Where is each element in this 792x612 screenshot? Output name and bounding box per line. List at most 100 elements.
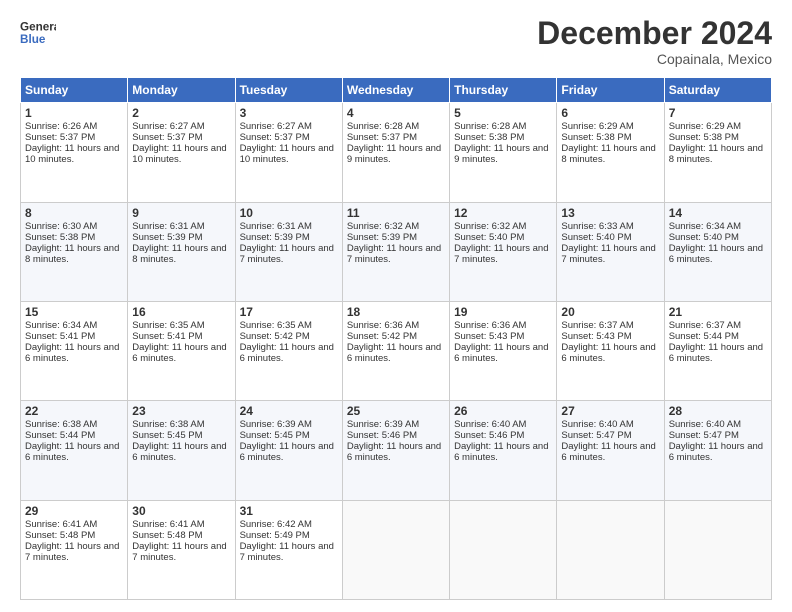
sunset-label: Sunset: 5:48 PM bbox=[132, 530, 202, 541]
day-number: 19 bbox=[454, 305, 552, 319]
sunrise-label: Sunrise: 6:35 AM bbox=[132, 320, 204, 331]
col-header-monday: Monday bbox=[128, 78, 235, 103]
sunrise-label: Sunrise: 6:27 AM bbox=[132, 121, 204, 132]
calendar-cell: 3 Sunrise: 6:27 AM Sunset: 5:37 PM Dayli… bbox=[235, 103, 342, 202]
col-header-saturday: Saturday bbox=[664, 78, 771, 103]
sunset-label: Sunset: 5:44 PM bbox=[669, 331, 739, 342]
sunrise-label: Sunrise: 6:29 AM bbox=[561, 121, 633, 132]
sunset-label: Sunset: 5:44 PM bbox=[25, 430, 95, 441]
day-number: 22 bbox=[25, 404, 123, 418]
sunrise-label: Sunrise: 6:37 AM bbox=[669, 320, 741, 331]
sunset-label: Sunset: 5:45 PM bbox=[240, 430, 310, 441]
calendar-cell: 14 Sunrise: 6:34 AM Sunset: 5:40 PM Dayl… bbox=[664, 202, 771, 301]
daylight-label: Daylight: 11 hours and 10 minutes. bbox=[25, 143, 119, 165]
calendar-cell: 29 Sunrise: 6:41 AM Sunset: 5:48 PM Dayl… bbox=[21, 500, 128, 599]
calendar-cell: 11 Sunrise: 6:32 AM Sunset: 5:39 PM Dayl… bbox=[342, 202, 449, 301]
calendar-cell: 13 Sunrise: 6:33 AM Sunset: 5:40 PM Dayl… bbox=[557, 202, 664, 301]
calendar-cell: 23 Sunrise: 6:38 AM Sunset: 5:45 PM Dayl… bbox=[128, 401, 235, 500]
daylight-label: Daylight: 11 hours and 8 minutes. bbox=[561, 143, 655, 165]
day-number: 12 bbox=[454, 206, 552, 220]
calendar-cell bbox=[557, 500, 664, 599]
sunset-label: Sunset: 5:40 PM bbox=[454, 232, 524, 243]
calendar-cell: 10 Sunrise: 6:31 AM Sunset: 5:39 PM Dayl… bbox=[235, 202, 342, 301]
sunrise-label: Sunrise: 6:40 AM bbox=[454, 419, 526, 430]
calendar-cell: 7 Sunrise: 6:29 AM Sunset: 5:38 PM Dayli… bbox=[664, 103, 771, 202]
day-number: 6 bbox=[561, 106, 659, 120]
sunset-label: Sunset: 5:38 PM bbox=[454, 132, 524, 143]
calendar-cell: 26 Sunrise: 6:40 AM Sunset: 5:46 PM Dayl… bbox=[450, 401, 557, 500]
daylight-label: Daylight: 11 hours and 7 minutes. bbox=[347, 243, 441, 265]
sunrise-label: Sunrise: 6:31 AM bbox=[132, 221, 204, 232]
sunset-label: Sunset: 5:47 PM bbox=[561, 430, 631, 441]
calendar-cell: 30 Sunrise: 6:41 AM Sunset: 5:48 PM Dayl… bbox=[128, 500, 235, 599]
calendar-cell: 17 Sunrise: 6:35 AM Sunset: 5:42 PM Dayl… bbox=[235, 301, 342, 400]
daylight-label: Daylight: 11 hours and 6 minutes. bbox=[347, 342, 441, 364]
day-number: 7 bbox=[669, 106, 767, 120]
day-number: 25 bbox=[347, 404, 445, 418]
day-number: 14 bbox=[669, 206, 767, 220]
sunset-label: Sunset: 5:39 PM bbox=[347, 232, 417, 243]
sunset-label: Sunset: 5:43 PM bbox=[561, 331, 631, 342]
calendar-cell: 15 Sunrise: 6:34 AM Sunset: 5:41 PM Dayl… bbox=[21, 301, 128, 400]
sunset-label: Sunset: 5:49 PM bbox=[240, 530, 310, 541]
sunset-label: Sunset: 5:42 PM bbox=[240, 331, 310, 342]
calendar-cell bbox=[664, 500, 771, 599]
daylight-label: Daylight: 11 hours and 8 minutes. bbox=[25, 243, 119, 265]
daylight-label: Daylight: 11 hours and 6 minutes. bbox=[669, 441, 763, 463]
sunset-label: Sunset: 5:40 PM bbox=[669, 232, 739, 243]
calendar-cell: 12 Sunrise: 6:32 AM Sunset: 5:40 PM Dayl… bbox=[450, 202, 557, 301]
col-header-sunday: Sunday bbox=[21, 78, 128, 103]
sunset-label: Sunset: 5:39 PM bbox=[132, 232, 202, 243]
sunset-label: Sunset: 5:38 PM bbox=[669, 132, 739, 143]
day-number: 10 bbox=[240, 206, 338, 220]
sunset-label: Sunset: 5:40 PM bbox=[561, 232, 631, 243]
daylight-label: Daylight: 11 hours and 6 minutes. bbox=[25, 441, 119, 463]
day-number: 29 bbox=[25, 504, 123, 518]
daylight-label: Daylight: 11 hours and 10 minutes. bbox=[132, 143, 226, 165]
day-number: 11 bbox=[347, 206, 445, 220]
day-number: 30 bbox=[132, 504, 230, 518]
daylight-label: Daylight: 11 hours and 8 minutes. bbox=[132, 243, 226, 265]
daylight-label: Daylight: 11 hours and 6 minutes. bbox=[669, 342, 763, 364]
day-number: 26 bbox=[454, 404, 552, 418]
calendar-cell: 28 Sunrise: 6:40 AM Sunset: 5:47 PM Dayl… bbox=[664, 401, 771, 500]
sunrise-label: Sunrise: 6:41 AM bbox=[25, 519, 97, 530]
logo: General Blue bbox=[20, 16, 56, 52]
daylight-label: Daylight: 11 hours and 7 minutes. bbox=[454, 243, 548, 265]
sunrise-label: Sunrise: 6:39 AM bbox=[240, 419, 312, 430]
sunrise-label: Sunrise: 6:30 AM bbox=[25, 221, 97, 232]
day-number: 5 bbox=[454, 106, 552, 120]
daylight-label: Daylight: 11 hours and 6 minutes. bbox=[240, 441, 334, 463]
calendar-cell: 20 Sunrise: 6:37 AM Sunset: 5:43 PM Dayl… bbox=[557, 301, 664, 400]
sunrise-label: Sunrise: 6:38 AM bbox=[25, 419, 97, 430]
sunset-label: Sunset: 5:47 PM bbox=[669, 430, 739, 441]
sunset-label: Sunset: 5:37 PM bbox=[132, 132, 202, 143]
month-title: December 2024 bbox=[537, 16, 772, 51]
day-number: 13 bbox=[561, 206, 659, 220]
sunrise-label: Sunrise: 6:36 AM bbox=[454, 320, 526, 331]
sunset-label: Sunset: 5:41 PM bbox=[132, 331, 202, 342]
subtitle: Copainala, Mexico bbox=[537, 51, 772, 67]
sunrise-label: Sunrise: 6:28 AM bbox=[347, 121, 419, 132]
calendar-cell: 18 Sunrise: 6:36 AM Sunset: 5:42 PM Dayl… bbox=[342, 301, 449, 400]
daylight-label: Daylight: 11 hours and 8 minutes. bbox=[669, 143, 763, 165]
calendar-cell: 22 Sunrise: 6:38 AM Sunset: 5:44 PM Dayl… bbox=[21, 401, 128, 500]
sunrise-label: Sunrise: 6:36 AM bbox=[347, 320, 419, 331]
calendar-cell: 9 Sunrise: 6:31 AM Sunset: 5:39 PM Dayli… bbox=[128, 202, 235, 301]
day-number: 16 bbox=[132, 305, 230, 319]
day-number: 2 bbox=[132, 106, 230, 120]
calendar-cell: 31 Sunrise: 6:42 AM Sunset: 5:49 PM Dayl… bbox=[235, 500, 342, 599]
page: General Blue December 2024 Copainala, Me… bbox=[0, 0, 792, 612]
sunrise-label: Sunrise: 6:40 AM bbox=[669, 419, 741, 430]
sunrise-label: Sunrise: 6:29 AM bbox=[669, 121, 741, 132]
sunset-label: Sunset: 5:37 PM bbox=[347, 132, 417, 143]
sunrise-label: Sunrise: 6:41 AM bbox=[132, 519, 204, 530]
daylight-label: Daylight: 11 hours and 6 minutes. bbox=[25, 342, 119, 364]
daylight-label: Daylight: 11 hours and 6 minutes. bbox=[454, 342, 548, 364]
sunset-label: Sunset: 5:42 PM bbox=[347, 331, 417, 342]
sunset-label: Sunset: 5:39 PM bbox=[240, 232, 310, 243]
sunrise-label: Sunrise: 6:38 AM bbox=[132, 419, 204, 430]
sunset-label: Sunset: 5:41 PM bbox=[25, 331, 95, 342]
sunset-label: Sunset: 5:48 PM bbox=[25, 530, 95, 541]
sunrise-label: Sunrise: 6:28 AM bbox=[454, 121, 526, 132]
